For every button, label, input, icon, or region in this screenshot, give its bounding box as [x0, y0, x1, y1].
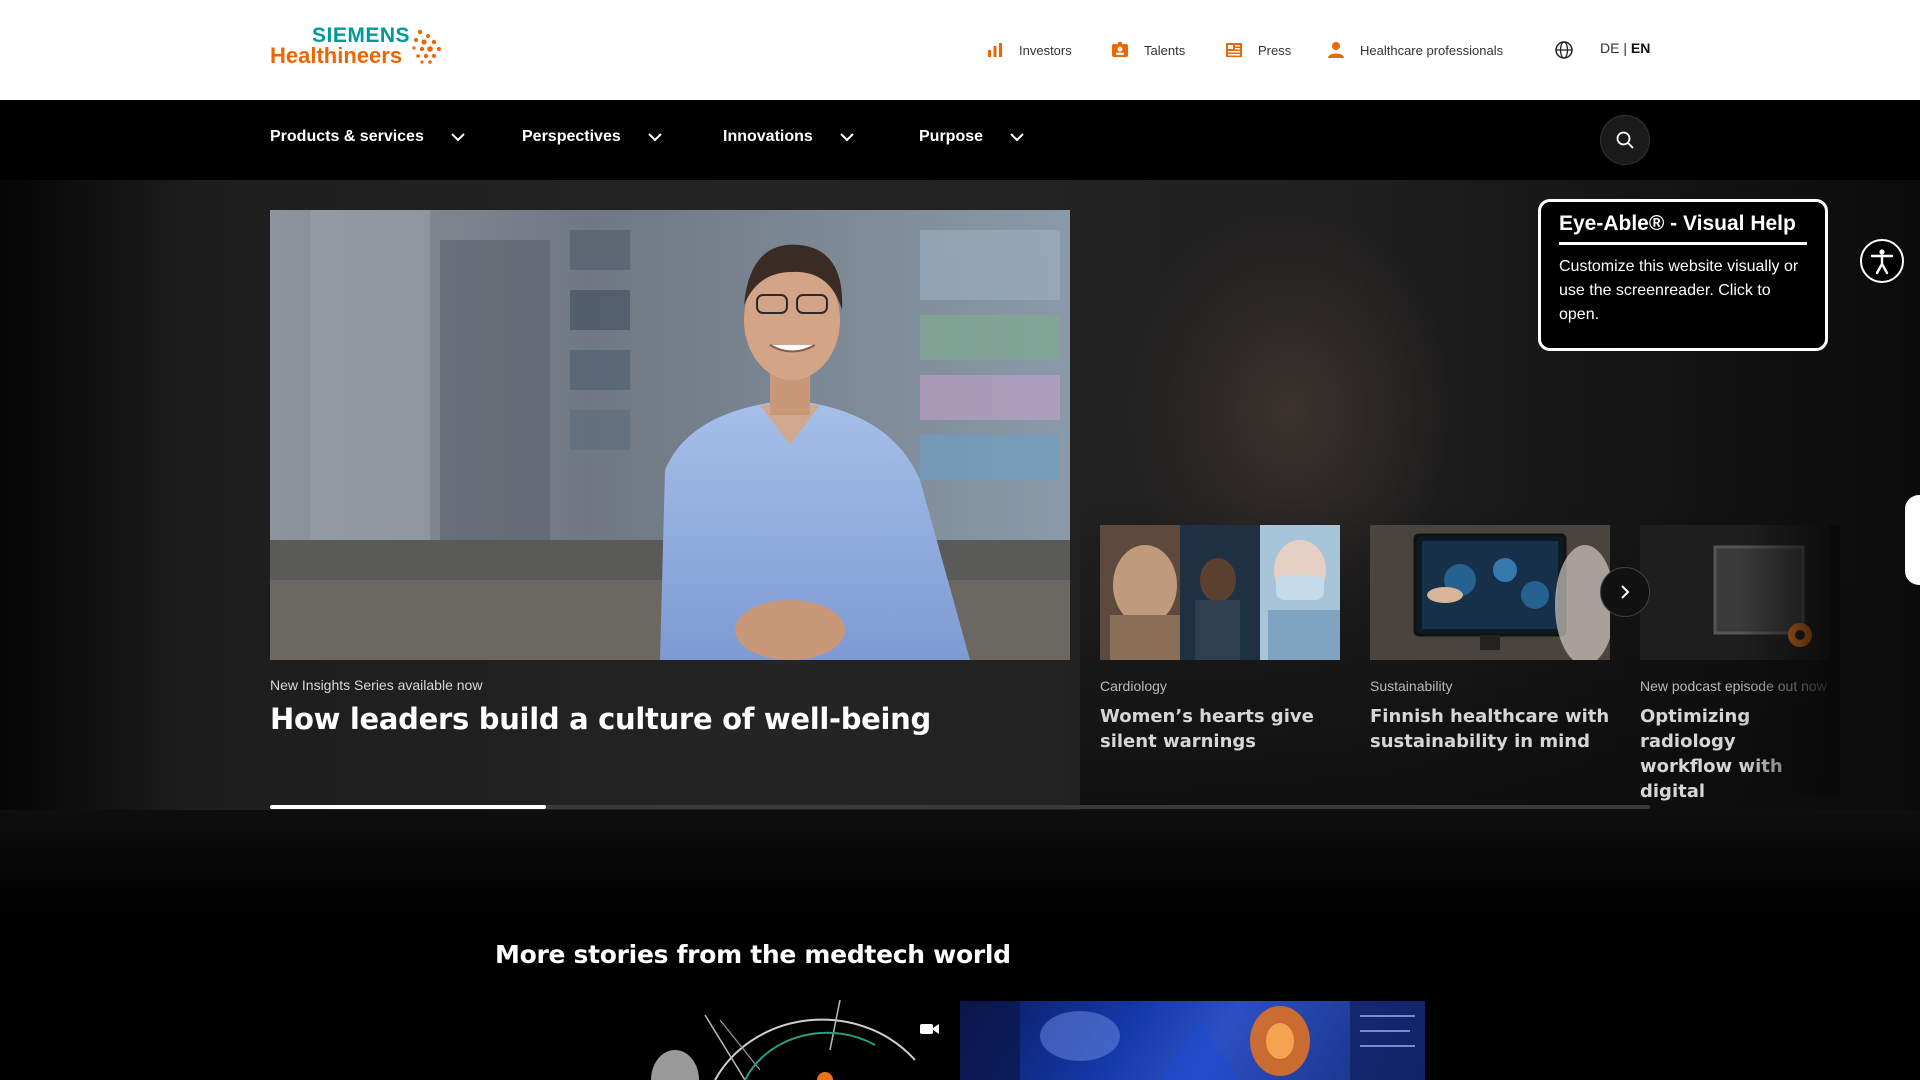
- nav-item-innovations[interactable]: Innovations: [723, 128, 855, 146]
- nav-item-label: Products & services: [270, 128, 424, 145]
- more-stories-title: More stories from the medtech world: [495, 940, 1011, 969]
- logo-dots-icon: [412, 29, 441, 64]
- utility-link-label: Investors: [1019, 42, 1072, 58]
- utility-link-investors[interactable]: Investors: [985, 38, 1072, 62]
- story-image: [495, 1000, 950, 1080]
- carousel-next-button[interactable]: [1600, 567, 1650, 617]
- nav-item-label: Purpose: [919, 128, 984, 145]
- siemens-healthineers-logo[interactable]: SIEMENS Healthineers: [270, 24, 450, 70]
- top-header: SIEMENS Healthineers Investors Talents P…: [0, 0, 1920, 100]
- nav-item-perspectives[interactable]: Perspectives: [522, 128, 663, 146]
- hero-portrait-image: [270, 210, 1070, 660]
- utility-link-label: Talents: [1144, 42, 1186, 58]
- carousel-progress-bar: [270, 805, 1650, 809]
- eyeable-title: Eye-Able® - Visual Help: [1559, 212, 1807, 245]
- search-icon: [1616, 131, 1634, 149]
- hero-main-title[interactable]: How leaders build a culture of well-bein…: [270, 702, 931, 736]
- hero-main-image[interactable]: [270, 210, 1070, 660]
- hero-card-cardiology[interactable]: Cardiology Women’s hearts give silent wa…: [1100, 525, 1340, 754]
- language-en[interactable]: EN: [1631, 40, 1650, 56]
- story-image: [960, 1001, 1425, 1080]
- logo-wordmark-healthineers: Healthineers: [270, 43, 403, 68]
- chevron-right-icon: [1621, 585, 1630, 599]
- chevron-down-icon: [648, 133, 662, 142]
- utility-link-label: Healthcare professionals: [1360, 42, 1504, 58]
- story-card-1[interactable]: [495, 1000, 950, 1080]
- nav-item-label: Innovations: [723, 128, 813, 145]
- eyeable-body: Customize this website visually or use t…: [1559, 258, 1799, 323]
- side-feedback-tab[interactable]: [1905, 495, 1920, 585]
- hero-main-tag: New Insights Series available now: [270, 677, 483, 693]
- utility-link-talents[interactable]: Talents: [1110, 38, 1185, 62]
- badge-icon: [1112, 42, 1128, 57]
- card-tag: Cardiology: [1100, 678, 1167, 694]
- newspaper-icon: [1226, 43, 1242, 57]
- globe-icon[interactable]: [1554, 40, 1574, 60]
- nav-item-purpose[interactable]: Purpose: [919, 128, 1025, 146]
- card-image: [1100, 525, 1340, 660]
- card-title: Women’s hearts give silent warnings: [1100, 706, 1314, 752]
- utility-link-press[interactable]: Press: [1224, 38, 1291, 62]
- story-card-2[interactable]: [960, 1001, 1425, 1080]
- bar-chart-icon: [988, 43, 1002, 57]
- utility-link-label: Press: [1258, 42, 1292, 58]
- accessibility-icon[interactable]: [1860, 239, 1904, 283]
- card-tag: Sustainability: [1370, 678, 1453, 694]
- chevron-down-icon: [1010, 133, 1024, 142]
- utility-link-healthcare-professionals[interactable]: Healthcare professionals: [1326, 38, 1503, 62]
- hero-card-sustainability[interactable]: Sustainability Finnish healthcare with s…: [1370, 525, 1610, 754]
- nav-item-label: Perspectives: [522, 128, 621, 145]
- language-de[interactable]: DE: [1600, 40, 1619, 56]
- language-separator: |: [1619, 40, 1631, 56]
- language-switcher[interactable]: DE | EN: [1600, 40, 1650, 56]
- card-title: Finnish healthcare with sustainability i…: [1370, 706, 1610, 752]
- video-camera-icon: [920, 1024, 939, 1034]
- carousel-progress-fill: [270, 805, 546, 809]
- search-button[interactable]: [1600, 115, 1650, 165]
- chevron-down-icon: [840, 133, 854, 142]
- nav-item-products-services[interactable]: Products & services: [270, 128, 466, 146]
- card-image: [1370, 525, 1610, 660]
- chevron-down-icon: [451, 133, 465, 142]
- person-icon: [1328, 42, 1344, 58]
- eyeable-tooltip[interactable]: Eye-Able® - Visual Help Customize this w…: [1538, 199, 1828, 351]
